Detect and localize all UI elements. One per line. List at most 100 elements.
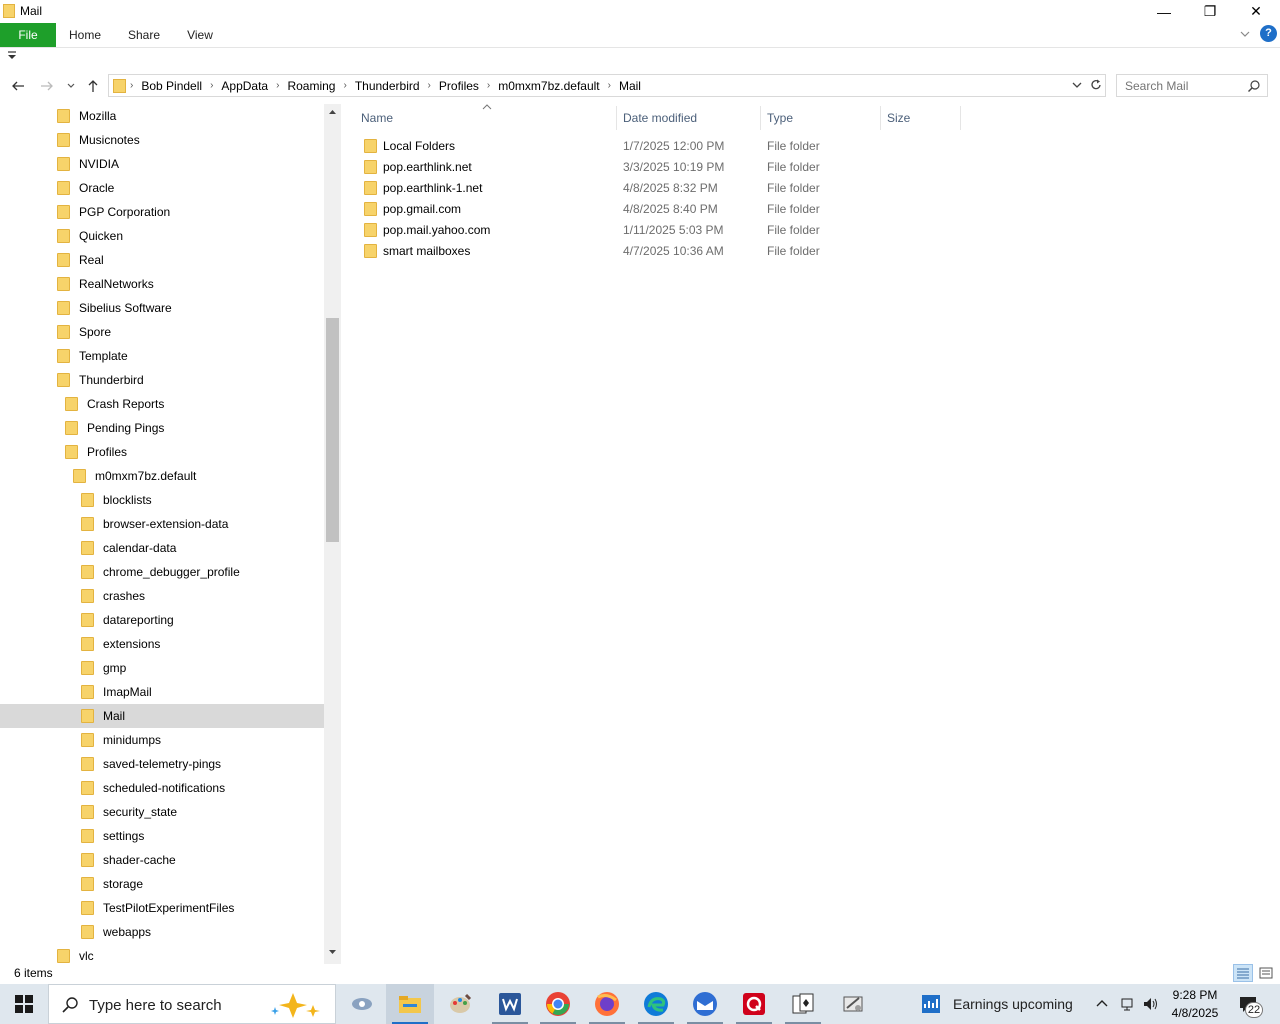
- show-hidden-icons-button[interactable]: [1094, 984, 1110, 1024]
- address-history-button[interactable]: [1071, 79, 1083, 94]
- chevron-right-icon[interactable]: ›: [424, 80, 435, 91]
- recent-locations-button[interactable]: [62, 76, 80, 96]
- breadcrumb-item[interactable]: Thunderbird: [351, 79, 424, 93]
- start-button[interactable]: [0, 984, 48, 1024]
- tree-item[interactable]: chrome_debugger_profile: [0, 560, 324, 584]
- tree-item[interactable]: webapps: [0, 920, 324, 944]
- breadcrumb-item[interactable]: Roaming: [283, 79, 339, 93]
- file-row[interactable]: Local Folders 1/7/2025 12:00 PM File folde…: [360, 135, 960, 156]
- breadcrumb-item[interactable]: m0mxm7bz.default: [494, 79, 603, 93]
- breadcrumb-item-current[interactable]: Mail: [615, 79, 645, 93]
- chevron-right-icon[interactable]: ›: [206, 80, 217, 91]
- tree-item[interactable]: Mozilla: [0, 104, 324, 128]
- tree-item[interactable]: Sibelius Software: [0, 296, 324, 320]
- tree-item[interactable]: blocklists: [0, 488, 324, 512]
- taskbar-edge[interactable]: [632, 984, 680, 1024]
- tree-item[interactable]: RealNetworks: [0, 272, 324, 296]
- file-row[interactable]: pop.mail.yahoo.com 1/11/2025 5:03 PM File …: [360, 219, 960, 240]
- notification-center-button[interactable]: 22: [1238, 984, 1263, 1024]
- chevron-right-icon[interactable]: ›: [126, 80, 137, 91]
- tree-item[interactable]: Template: [0, 344, 324, 368]
- tree-item[interactable]: NVIDIA: [0, 152, 324, 176]
- tree-item[interactable]: Oracle: [0, 176, 324, 200]
- tree-item[interactable]: shader-cache: [0, 848, 324, 872]
- scrollbar-thumb[interactable]: [326, 318, 339, 542]
- tree-item[interactable]: PGP Corporation: [0, 200, 324, 224]
- taskbar-word[interactable]: [486, 984, 534, 1024]
- tree-item[interactable]: Spore: [0, 320, 324, 344]
- tree-item[interactable]: datareporting: [0, 608, 324, 632]
- close-button[interactable]: ✕: [1233, 0, 1279, 23]
- chevron-right-icon[interactable]: ›: [272, 80, 283, 91]
- network-button[interactable]: [1119, 984, 1135, 1024]
- tree-item[interactable]: TestPilotExperimentFiles: [0, 896, 324, 920]
- navigation-scrollbar[interactable]: [324, 104, 341, 964]
- large-icons-view-button[interactable]: [1256, 964, 1276, 982]
- taskbar-search-box[interactable]: Type here to search: [48, 984, 336, 1024]
- tree-item[interactable]: saved-telemetry-pings: [0, 752, 324, 776]
- scroll-up-icon[interactable]: [328, 108, 337, 116]
- taskbar-file-explorer[interactable]: [386, 984, 434, 1024]
- address-bar[interactable]: › Bob Pindell › AppData › Roaming › Thun…: [108, 74, 1106, 97]
- tree-item[interactable]: ImapMail: [0, 680, 324, 704]
- search-box[interactable]: [1116, 74, 1268, 97]
- column-header-date[interactable]: Date modified: [618, 106, 761, 130]
- task-view-button[interactable]: [338, 984, 386, 1024]
- tree-item[interactable]: gmp: [0, 656, 324, 680]
- taskbar-chrome[interactable]: [534, 984, 582, 1024]
- tab-home[interactable]: Home: [60, 23, 110, 47]
- expand-ribbon-icon[interactable]: [1238, 27, 1252, 44]
- file-row[interactable]: pop.gmail.com 4/8/2025 8:40 PM File folder: [360, 198, 960, 219]
- breadcrumb-item[interactable]: AppData: [217, 79, 272, 93]
- taskbar-solitaire[interactable]: [779, 984, 827, 1024]
- tree-item[interactable]: m0mxm7bz.default: [0, 464, 324, 488]
- minimize-button[interactable]: —: [1141, 0, 1187, 23]
- tree-item[interactable]: Thunderbird: [0, 368, 324, 392]
- search-icon[interactable]: [1247, 79, 1261, 93]
- tree-item[interactable]: crashes: [0, 584, 324, 608]
- tree-item[interactable]: settings: [0, 824, 324, 848]
- taskbar-app[interactable]: [829, 984, 877, 1024]
- tab-share[interactable]: Share: [120, 23, 168, 47]
- tree-item[interactable]: Quicken: [0, 224, 324, 248]
- tree-item[interactable]: security_state: [0, 800, 324, 824]
- breadcrumb-item[interactable]: Profiles: [435, 79, 483, 93]
- tree-item[interactable]: calendar-data: [0, 536, 324, 560]
- scroll-down-icon[interactable]: [328, 948, 337, 956]
- taskbar-thunderbird[interactable]: [681, 984, 729, 1024]
- quick-access-toolbar[interactable]: [6, 50, 18, 63]
- tree-item[interactable]: Real: [0, 248, 324, 272]
- up-button[interactable]: [83, 76, 103, 96]
- tree-item[interactable]: storage: [0, 872, 324, 896]
- tree-item[interactable]: Crash Reports: [0, 392, 324, 416]
- taskbar-paint[interactable]: [436, 984, 484, 1024]
- forward-button[interactable]: [37, 76, 57, 96]
- tree-item[interactable]: minidumps: [0, 728, 324, 752]
- taskbar-quicken[interactable]: [730, 984, 778, 1024]
- chevron-right-icon[interactable]: ›: [339, 80, 350, 91]
- details-view-button[interactable]: [1233, 964, 1253, 982]
- tree-item[interactable]: Profiles: [0, 440, 324, 464]
- tree-item[interactable]: extensions: [0, 632, 324, 656]
- chevron-right-icon[interactable]: ›: [604, 80, 615, 91]
- breadcrumb-item[interactable]: Bob Pindell: [137, 79, 206, 93]
- file-row[interactable]: pop.earthlink.net 3/3/2025 10:19 PM File f…: [360, 156, 960, 177]
- tree-item[interactable]: scheduled-notifications: [0, 776, 324, 800]
- tree-item[interactable]: vlc: [0, 944, 324, 964]
- chevron-right-icon[interactable]: ›: [483, 80, 494, 91]
- file-row[interactable]: smart mailboxes 4/7/2025 10:36 AM File fol…: [360, 240, 960, 261]
- restore-button[interactable]: ❐: [1187, 0, 1233, 23]
- column-header-type[interactable]: Type: [762, 106, 881, 130]
- column-header-name[interactable]: Name: [356, 106, 617, 130]
- back-button[interactable]: [8, 76, 28, 96]
- tab-file[interactable]: File: [0, 23, 56, 47]
- tree-item[interactable]: Pending Pings: [0, 416, 324, 440]
- column-header-size[interactable]: Size: [882, 106, 961, 130]
- volume-button[interactable]: [1142, 984, 1160, 1024]
- taskbar-firefox[interactable]: [583, 984, 631, 1024]
- tab-view[interactable]: View: [178, 23, 222, 47]
- refresh-button[interactable]: [1089, 78, 1103, 95]
- search-input[interactable]: [1117, 75, 1243, 96]
- tree-item[interactable]: Mail: [0, 704, 324, 728]
- file-row[interactable]: pop.earthlink-1.net 4/8/2025 8:32 PM File …: [360, 177, 960, 198]
